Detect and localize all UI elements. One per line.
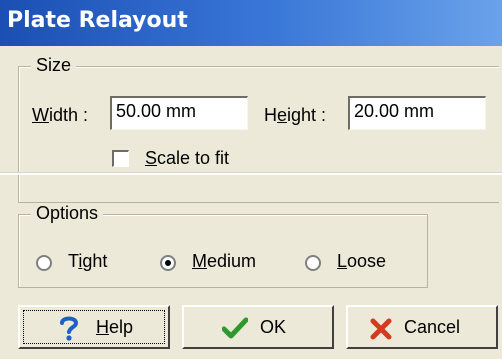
scale-to-fit-checkbox[interactable] — [112, 150, 129, 167]
radio-tight-label[interactable]: Tight — [68, 251, 107, 272]
radio-medium[interactable] — [160, 255, 176, 271]
radio-loose[interactable] — [305, 255, 321, 271]
height-input[interactable]: 20.00 mm — [348, 96, 486, 130]
scale-to-fit-label[interactable]: Scale to fit — [145, 148, 229, 169]
radio-medium-label[interactable]: Medium — [192, 251, 256, 272]
checkmark-icon — [222, 317, 248, 339]
title-bar[interactable]: Plate Relayout — [0, 0, 502, 46]
height-label: Height : — [264, 105, 327, 125]
radio-loose-label[interactable]: Loose — [337, 251, 386, 272]
help-question-icon — [60, 316, 79, 341]
cancel-button-label: Cancel — [404, 317, 461, 337]
ok-button-label: OK — [260, 317, 287, 337]
divider-line — [0, 172, 502, 175]
window-title: Plate Relayout — [7, 8, 188, 33]
cancel-x-icon — [370, 318, 392, 340]
cancel-button[interactable]: Cancel — [346, 305, 498, 349]
width-label: Width : — [32, 105, 89, 125]
radio-medium-selected-dot — [165, 260, 171, 266]
radio-tight[interactable] — [36, 255, 52, 271]
size-groupbox: Size — [18, 55, 499, 203]
width-input[interactable]: 50.00 mm — [110, 96, 248, 130]
size-group-legend: Size — [31, 55, 77, 76]
ok-button[interactable]: OK — [182, 305, 334, 349]
help-button-focus-ring — [23, 310, 165, 344]
help-button-label: Help — [96, 317, 134, 337]
help-button[interactable]: Help — [18, 305, 170, 349]
options-group-legend: Options — [31, 203, 104, 224]
